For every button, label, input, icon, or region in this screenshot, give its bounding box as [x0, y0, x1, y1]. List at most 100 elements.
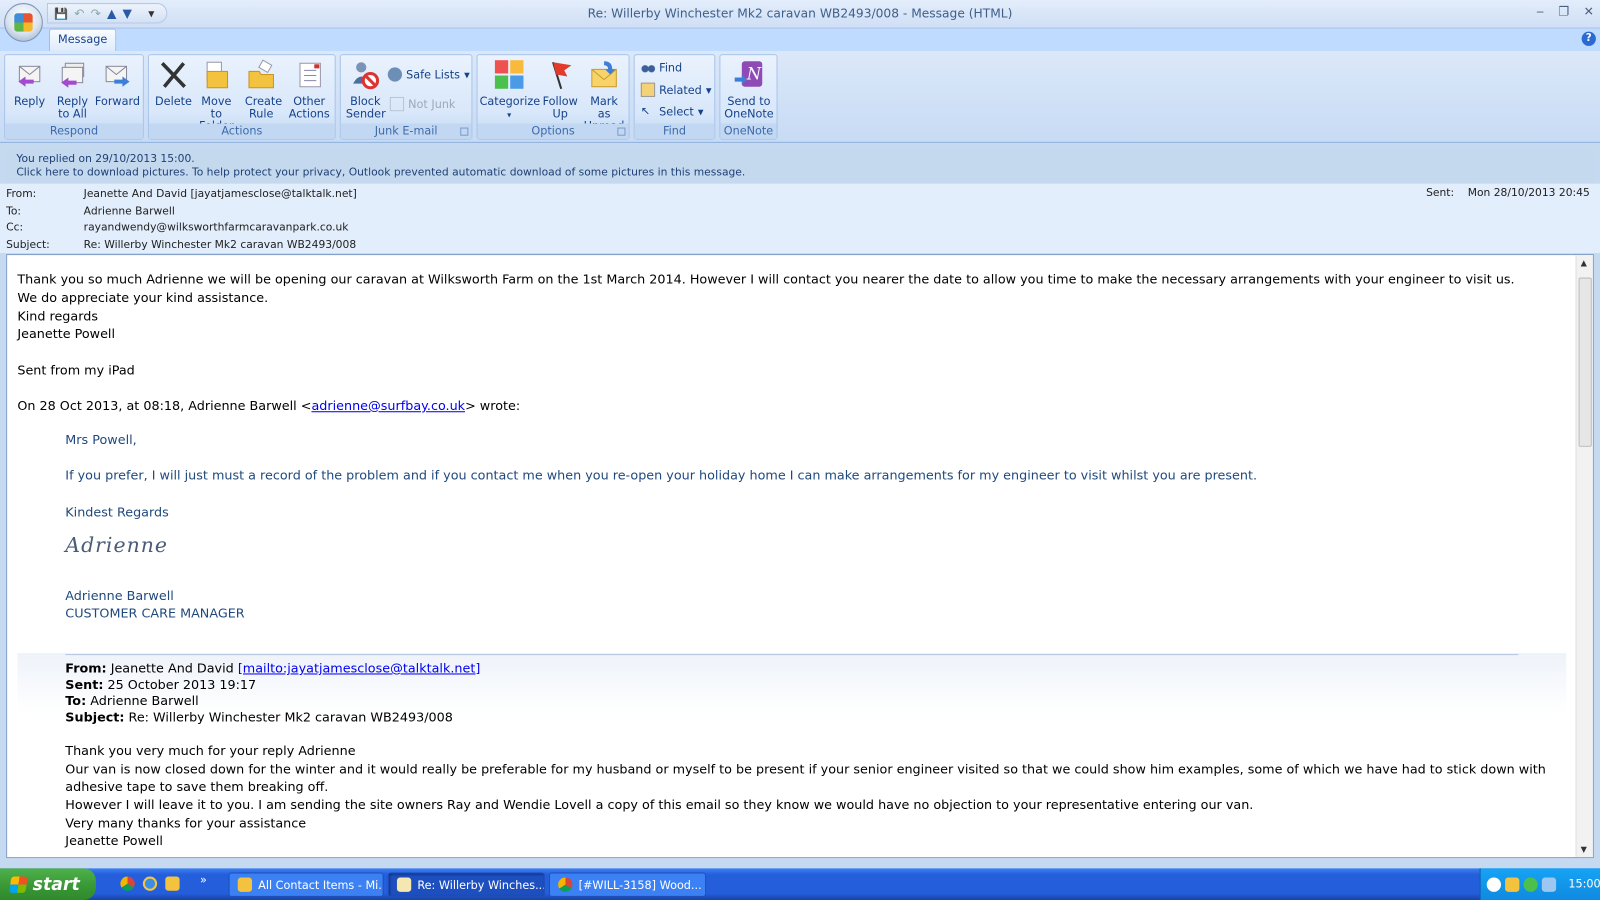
reply-all-button[interactable]: Reply to All: [52, 59, 93, 120]
find-button[interactable]: Find: [640, 60, 682, 75]
scroll-up-arrow-icon[interactable]: ▲: [1581, 258, 1587, 267]
body-line: We do appreciate your kind assistance.: [17, 289, 269, 306]
taskbar-item-chrome[interactable]: [#WILL-3158] Wood...: [548, 872, 707, 897]
categorize-icon: [494, 59, 525, 90]
quoted-sent: Sent: 25 October 2013 19:17: [65, 676, 257, 692]
not-junk-button[interactable]: Not Junk: [389, 96, 455, 112]
related-button[interactable]: Related ▾: [640, 82, 712, 97]
quoted-line: Very many thanks for your assistance: [65, 815, 307, 831]
quoted-line: Thank you very much for your reply Adrie…: [65, 742, 356, 759]
cursor-icon: ↖: [640, 104, 651, 118]
restore-button[interactable]: ❐: [1558, 4, 1569, 18]
next-item-icon[interactable]: ▼: [123, 6, 132, 20]
junk-dialog-launcher[interactable]: [460, 127, 469, 136]
taskbar-item-contacts[interactable]: All Contact Items - Mi...: [228, 872, 384, 897]
reply-line: Kindest Regards: [65, 504, 169, 520]
ribbon: Reply Reply to All Forward Respond Delet…: [0, 51, 1600, 143]
select-button[interactable]: ↖ Select ▾: [641, 104, 704, 118]
cc-value[interactable]: rayandwendy@wilksworthfarmcaravanpark.co…: [84, 221, 349, 233]
clock: 15:00: [1568, 877, 1600, 891]
tray-outlook-icon[interactable]: [1505, 877, 1520, 892]
scroll-down-arrow-icon[interactable]: ▼: [1581, 845, 1587, 854]
outlook-icon: [237, 877, 253, 892]
reply-line: CUSTOMER CARE MANAGER: [65, 605, 245, 621]
move-to-folder-button[interactable]: Move to Folder: [194, 59, 239, 132]
tray-status-icon[interactable]: [1523, 877, 1538, 892]
signature-image: Adrienne: [65, 532, 168, 558]
other-actions-icon: [294, 59, 325, 90]
quoted-subject: Subject: Re: Willerby Winchester Mk2 car…: [65, 709, 453, 725]
reply-button[interactable]: Reply: [9, 59, 50, 108]
group-label-onenote: OneNote: [720, 123, 777, 139]
group-onenote: N Send to OneNote OneNote: [719, 54, 778, 140]
minimize-button[interactable]: ‒: [1536, 4, 1544, 18]
body-line: Sent from my iPad: [17, 362, 135, 378]
title-bar: Re: Willerby Winchester Mk2 caravan WB24…: [0, 0, 1600, 29]
subject-value: Re: Willerby Winchester Mk2 caravan WB24…: [83, 238, 357, 252]
safe-lists-button[interactable]: Safe Lists ▾: [387, 67, 470, 82]
cc-label: Cc:: [6, 221, 24, 234]
reply-icon: [14, 59, 45, 90]
block-sender-button[interactable]: Block Sender: [345, 59, 386, 120]
group-find: Find Related ▾ ↖ Select ▾ Find: [633, 54, 716, 140]
vertical-scrollbar[interactable]: ▲ ▼: [1575, 255, 1593, 858]
message-body[interactable]: Thank you so much Adrienne we will be op…: [6, 254, 1594, 859]
download-pictures-notice[interactable]: Click here to download pictures. To help…: [16, 166, 1583, 179]
delete-button[interactable]: Delete: [153, 59, 194, 108]
other-actions-button[interactable]: Other Actions: [286, 59, 333, 120]
tab-message[interactable]: Message: [48, 28, 117, 52]
group-label-find: Find: [634, 123, 715, 139]
from-value[interactable]: Jeanette And David [jayatjamesclose@talk…: [84, 188, 357, 200]
binoculars-icon: [640, 60, 656, 75]
sent-value: Mon 28/10/2013 20:45: [1467, 186, 1590, 199]
customize-qat-icon[interactable]: ▾: [148, 6, 154, 20]
follow-up-button[interactable]: Follow Up: [541, 59, 580, 120]
delete-icon: [158, 59, 189, 90]
from-label: From:: [6, 187, 37, 200]
quick-access-toolbar: 💾 ↶ ↷ ▲ ▼ ▾: [46, 3, 168, 24]
envelope-icon: [396, 877, 412, 892]
office-logo-icon: [14, 13, 33, 32]
mark-as-unread-button[interactable]: Mark as Unread: [582, 59, 627, 132]
save-icon[interactable]: 💾: [54, 7, 68, 20]
taskbar-item-message[interactable]: Re: Willerby Winches...: [387, 872, 545, 897]
forward-button[interactable]: Forward: [95, 59, 140, 108]
onenote-icon: N: [734, 59, 765, 90]
mailto-link[interactable]: [mailto:jayatjamesclose@talktalk.net]: [238, 660, 480, 675]
help-icon[interactable]: ?: [1581, 31, 1596, 46]
mark-unread-icon: [589, 59, 620, 90]
to-label: To:: [6, 205, 22, 218]
not-junk-icon: [389, 96, 405, 112]
undo-icon[interactable]: ↶: [74, 6, 84, 20]
quoted-to: To: Adrienne Barwell: [65, 692, 199, 709]
outlook-quicklaunch-icon[interactable]: [165, 876, 180, 891]
reply-line: Mrs Powell,: [65, 431, 137, 447]
quicklaunch-more[interactable]: »: [200, 873, 207, 886]
chrome-quicklaunch-icon[interactable]: [120, 876, 135, 891]
create-rule-button[interactable]: Create Rule: [241, 59, 282, 120]
group-label-options: Options: [477, 123, 629, 139]
chrome-icon: [558, 877, 573, 892]
scrollbar-thumb[interactable]: [1578, 277, 1592, 447]
related-icon: [640, 82, 656, 97]
office-button[interactable]: [4, 3, 43, 42]
redo-icon[interactable]: ↷: [91, 6, 101, 20]
start-button[interactable]: start: [0, 868, 96, 900]
ribbon-tab-bar: [0, 28, 1600, 52]
group-label-junk: Junk E-mail: [340, 123, 472, 139]
send-to-onenote-button[interactable]: N Send to OneNote: [722, 59, 775, 120]
to-value[interactable]: Adrienne Barwell: [84, 205, 175, 217]
tray-expand-icon[interactable]: [1486, 877, 1502, 892]
close-button[interactable]: ✕: [1584, 4, 1594, 18]
previous-item-icon[interactable]: ▲: [107, 6, 116, 20]
tray-network-icon[interactable]: [1541, 877, 1557, 892]
group-actions: Delete Move to Folder Create Rule Other …: [147, 54, 336, 140]
body-line: Jeanette Powell: [17, 325, 116, 341]
create-rule-icon: [246, 59, 277, 90]
categorize-button[interactable]: Categorize ▾: [480, 59, 540, 121]
ie-quicklaunch-icon[interactable]: [142, 876, 158, 891]
move-to-folder-icon: [201, 59, 232, 90]
info-bar[interactable]: You replied on 29/10/2013 15:00. Click h…: [6, 149, 1594, 183]
options-dialog-launcher[interactable]: [617, 127, 626, 136]
email-link[interactable]: adrienne@surfbay.co.uk: [311, 398, 465, 413]
